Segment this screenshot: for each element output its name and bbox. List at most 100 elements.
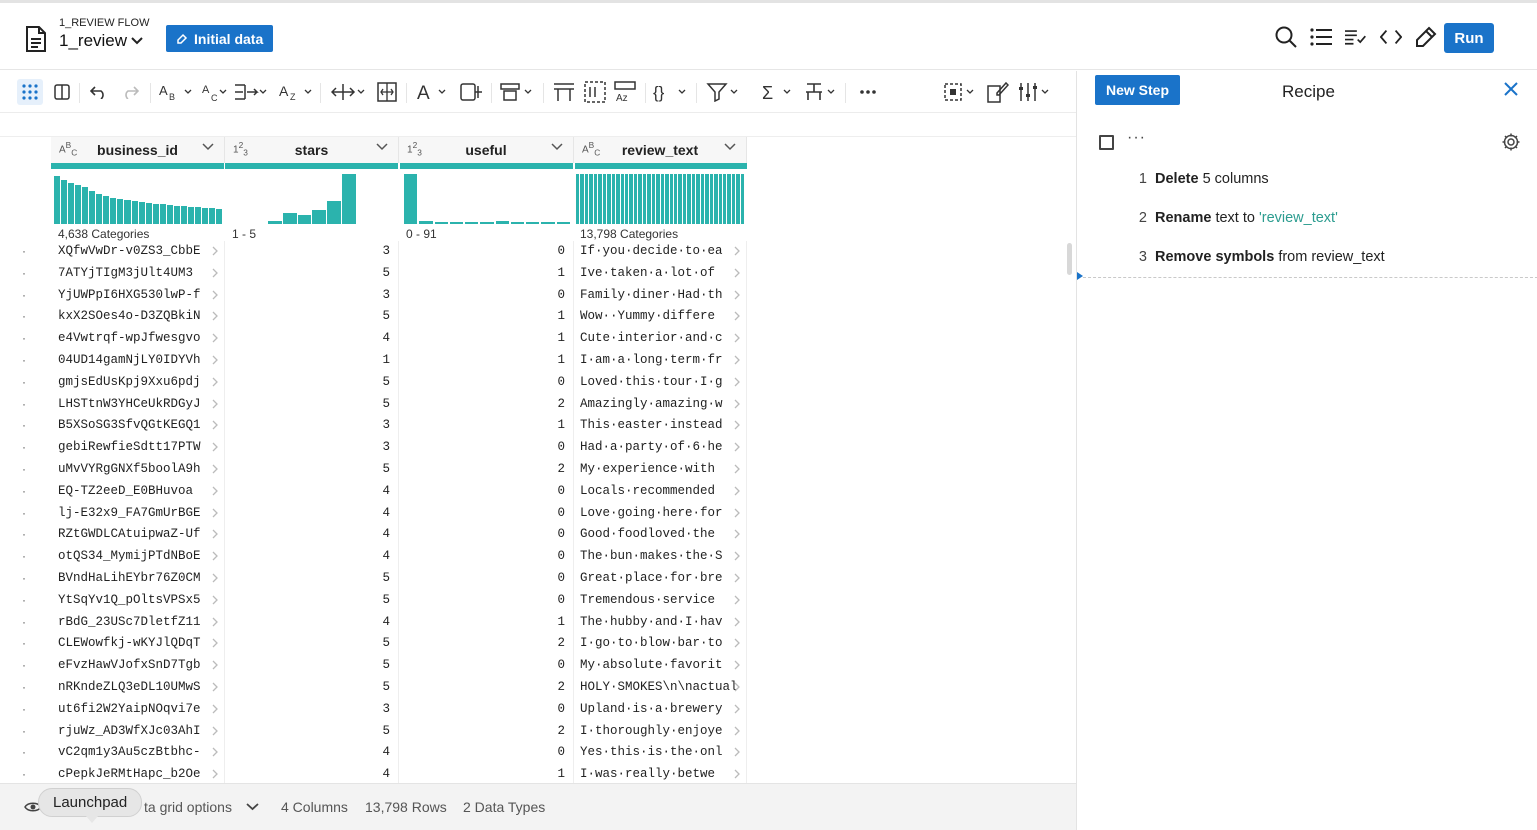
histogram-bar[interactable] — [159, 204, 166, 224]
grid-options-button[interactable]: ta grid options — [144, 799, 232, 815]
table-row[interactable]: · B5XSoSG3SfvQGtKEGQ1 3 1 This·easter·instea… — [0, 415, 1076, 438]
histogram-bar[interactable] — [678, 174, 682, 224]
histogram-bar[interactable] — [480, 222, 494, 224]
cell-stars[interactable]: 4 — [225, 764, 399, 783]
cell-business-id[interactable]: eFvzHawVJofxSnD7Tgb — [51, 655, 225, 677]
histogram-bar[interactable] — [465, 222, 479, 224]
cell-review-text[interactable]: I·thoroughly·enjoye — [574, 720, 747, 743]
cell-stars[interactable]: 3 — [225, 437, 399, 459]
cell-review-text[interactable]: Upland·is·a·brewery — [574, 698, 747, 721]
table-row[interactable]: · rjuWz_AD3WfXJc03AhI 5 2 I·thoroughly·enjoy… — [0, 720, 1076, 743]
cell-business-id[interactable]: lj-E32x9_FA7GmUrBGE — [51, 502, 225, 525]
cell-business-id[interactable]: otQS34_MymijPTdNBoE — [51, 546, 225, 568]
cell-business-id[interactable]: nRKndeZLQ3eDL10UMwS — [51, 677, 225, 699]
cell-useful[interactable]: 2 — [399, 459, 574, 481]
histogram-bar[interactable] — [419, 221, 433, 224]
histogram-bar[interactable] — [327, 201, 342, 224]
cell-review-text[interactable]: My·experience·with — [574, 459, 747, 481]
cell-useful[interactable]: 0 — [399, 524, 574, 547]
histogram-bar[interactable] — [145, 203, 152, 224]
cell-stars[interactable]: 1 — [225, 350, 399, 372]
cell-business-id[interactable]: ut6fi2W2YaipNOqvi7e — [51, 698, 225, 721]
cell-useful[interactable]: 2 — [399, 393, 574, 416]
cell-business-id[interactable]: kxX2SOes4o-D3ZQBkiN — [51, 306, 225, 329]
histogram-bar[interactable] — [342, 174, 356, 224]
split-icon[interactable] — [376, 79, 398, 105]
cell-business-id[interactable]: uMvVYRgGNXf5boolA9h — [51, 459, 225, 481]
cell-stars[interactable]: 4 — [225, 611, 399, 634]
histogram-bar[interactable] — [526, 222, 540, 224]
cell-useful[interactable]: 2 — [399, 720, 574, 743]
table-row[interactable]: · ut6fi2W2YaipNOqvi7e 3 0 Upland·is·a·brewer… — [0, 698, 1076, 721]
cell-stars[interactable]: 5 — [225, 633, 399, 656]
cell-useful[interactable]: 1 — [399, 306, 574, 329]
histogram-bar[interactable] — [556, 222, 570, 224]
table-row[interactable]: · CLEWowfkj-wKYJlQDqT 5 2 I·go·to·blow·bar·t… — [0, 633, 1076, 656]
cell-stars[interactable]: 4 — [225, 546, 399, 568]
structure-icon[interactable] — [500, 79, 534, 105]
histogram-bar[interactable] — [584, 174, 589, 224]
chevron-down-icon[interactable] — [551, 143, 563, 151]
histogram-bar[interactable] — [82, 187, 89, 224]
histogram-bar[interactable] — [731, 174, 736, 224]
table-row[interactable]: · EQ-TZ2eeD_E0BHuvoa 4 0 Locals·recommended — [0, 480, 1076, 503]
undo-icon[interactable] — [88, 79, 110, 105]
histogram-bar[interactable] — [166, 205, 173, 224]
select-icon[interactable] — [943, 79, 977, 105]
cell-business-id[interactable]: CLEWowfkj-wKYJlQDqT — [51, 633, 225, 656]
cell-useful[interactable]: 0 — [399, 241, 574, 263]
text-icon[interactable]: A — [416, 79, 450, 105]
histogram-bar[interactable] — [718, 174, 722, 224]
table-row[interactable]: · lj-E32x9_FA7GmUrBGE 4 0 Love·going·here·fo… — [0, 502, 1076, 525]
histogram-bar[interactable] — [117, 199, 124, 224]
cell-stars[interactable]: 5 — [225, 655, 399, 677]
grid-view-icon[interactable] — [17, 79, 43, 105]
cell-review-text[interactable]: I·was·really·betwe — [574, 764, 747, 783]
histogram-bar[interactable] — [598, 174, 602, 224]
histogram-bar[interactable] — [209, 208, 216, 224]
cell-stars[interactable]: 5 — [225, 393, 399, 416]
cell-useful[interactable]: 1 — [399, 350, 574, 372]
cell-stars[interactable]: 5 — [225, 568, 399, 590]
histogram-bar[interactable] — [633, 174, 638, 224]
histogram-stars[interactable] — [268, 172, 356, 224]
chevron-down-icon[interactable] — [202, 143, 214, 151]
cell-stars[interactable]: 5 — [225, 371, 399, 394]
table-row[interactable]: · 7ATYjTIgM3jUlt4UM3 5 1 Ive·taken·a·lot·of — [0, 262, 1076, 285]
cell-business-id[interactable]: RZtGWDLCAtuipwaZ-Uf — [51, 524, 225, 547]
column-header-business-id[interactable]: ABC business_id — [51, 137, 225, 163]
cell-stars[interactable]: 5 — [225, 677, 399, 699]
settings-icon[interactable] — [1017, 79, 1051, 105]
table-row[interactable]: · LHSTtnW3YHCeUkRDGyJ 5 2 Amazingly·amazing·… — [0, 393, 1076, 416]
cell-business-id[interactable]: e4Vwtrqf-wpJfwesgvo — [51, 328, 225, 350]
code-icon[interactable] — [1380, 23, 1402, 51]
histogram-bar[interactable] — [607, 174, 611, 224]
histogram-bar[interactable] — [669, 174, 673, 224]
cell-review-text[interactable]: My·absolute·favorit — [574, 655, 747, 677]
column-header-stars[interactable]: 123 stars — [225, 137, 399, 163]
histogram-bar[interactable] — [682, 174, 687, 224]
histogram-bar[interactable] — [449, 222, 464, 224]
histogram-bar[interactable] — [629, 174, 633, 224]
more-icon[interactable] — [856, 79, 880, 105]
histogram-bar[interactable] — [705, 174, 709, 224]
histogram-bar[interactable] — [691, 174, 696, 224]
cell-stars[interactable]: 3 — [225, 698, 399, 721]
histogram-bar[interactable] — [616, 174, 620, 224]
more-options-button[interactable]: ··· — [1127, 129, 1146, 147]
table-row[interactable]: · XQfwVwDr-v0ZS3_CbbE 3 0 If·you·decide·to·e… — [0, 241, 1076, 263]
replace-icon[interactable] — [459, 79, 483, 105]
cell-stars[interactable]: 4 — [225, 502, 399, 525]
cell-useful[interactable]: 0 — [399, 568, 574, 590]
histogram-bar[interactable] — [647, 174, 651, 224]
cell-stars[interactable]: 5 — [225, 306, 399, 329]
histogram-bar[interactable] — [651, 174, 656, 224]
histogram-bar[interactable] — [624, 174, 629, 224]
redo-icon[interactable] — [119, 79, 141, 105]
cell-review-text[interactable]: Had·a·party·of·6·he — [574, 437, 747, 459]
cell-review-text[interactable]: Tremendous·service — [574, 589, 747, 612]
list-check-icon[interactable] — [1345, 23, 1367, 51]
histogram-bar[interactable] — [312, 210, 327, 224]
braces-icon[interactable]: {} — [653, 79, 687, 105]
cell-stars[interactable]: 4 — [225, 742, 399, 765]
